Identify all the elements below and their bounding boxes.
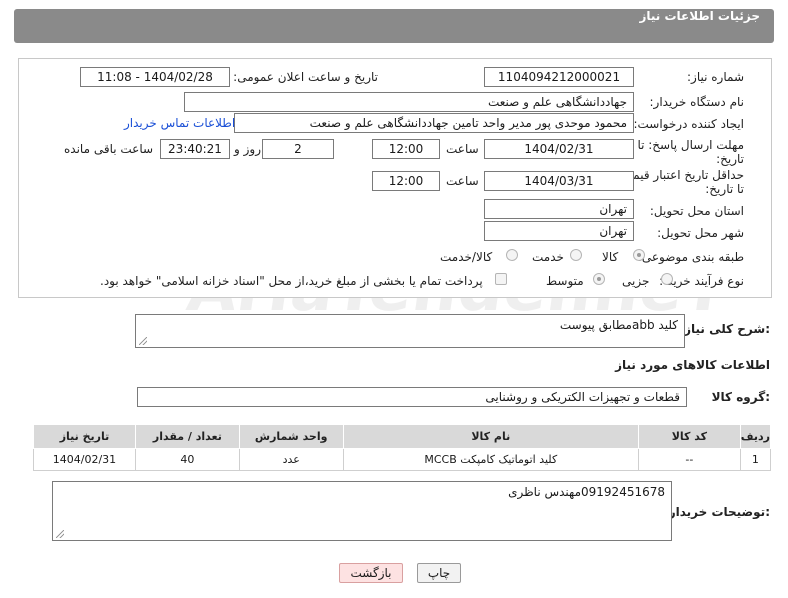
- cell-need-date: 1404/02/31: [33, 448, 136, 471]
- category-radio-goods-service[interactable]: [506, 249, 518, 261]
- reply-date-field: 1404/02/31: [484, 139, 634, 159]
- price-validity-label: حداقل تاریخ اعتبار قیمت:: [617, 168, 744, 182]
- page-title: جزئیات اطلاعات نیاز: [639, 9, 760, 23]
- delivery-province-field: تهران: [484, 199, 634, 219]
- buyer-notes-textarea[interactable]: 09192451678مهندس ناظری: [52, 481, 672, 541]
- resize-grip-icon[interactable]: [56, 530, 64, 538]
- resize-grip-icon[interactable]: [139, 337, 147, 345]
- reply-deadline-label-2: تاریخ:: [716, 152, 744, 166]
- treasury-payment-note: پرداخت تمام یا بخشی از مبلغ خرید،از محل …: [100, 274, 483, 288]
- category-radio-goods[interactable]: [633, 249, 645, 261]
- reply-time-label: ساعت: [446, 142, 479, 156]
- process-radio-minor[interactable]: [661, 273, 673, 285]
- cell-quantity: 40: [134, 448, 240, 471]
- buyer-org-label: نام دستگاه خریدار:: [649, 95, 745, 109]
- price-validity-time-field: 12:00: [372, 171, 440, 191]
- cell-name: کلید اتوماتیک کامپکت MCCB: [342, 448, 639, 471]
- category-radio-service[interactable]: [570, 249, 582, 261]
- announce-datetime-field: 1404/02/28 - 11:08: [80, 67, 230, 87]
- goods-group-field: قطعات و تجهیزات الکتریکی و روشنایی: [137, 387, 687, 407]
- cell-code: --: [637, 448, 741, 471]
- price-validity-time-label: ساعت: [446, 174, 479, 188]
- reply-deadline-label: مهلت ارسال پاسخ: تا: [637, 138, 744, 152]
- reply-time-field: 12:00: [372, 139, 440, 159]
- process-option-minor: جزیی: [622, 274, 650, 288]
- announce-datetime-label: تاریخ و ساعت اعلان عمومی:: [233, 70, 378, 84]
- category-option-goods-service: کالا/خدمت: [440, 250, 493, 264]
- price-validity-label-2: تا تاریخ:: [705, 182, 744, 196]
- buyer-org-field: جهاددانشگاهی علم و صنعت: [184, 92, 634, 112]
- reply-days-field: 2: [262, 139, 334, 159]
- delivery-city-label: شهر محل تحویل:: [657, 226, 744, 240]
- requester-field: محمود موحدی پور مدیر واحد تامین جهاددانش…: [234, 113, 634, 133]
- delivery-province-label: استان محل تحویل:: [649, 204, 744, 218]
- category-option-service: خدمت: [532, 250, 564, 264]
- remaining-time-field: 23:40:21: [160, 139, 230, 159]
- print-button[interactable]: چاپ: [417, 563, 461, 583]
- reply-days-label: روز و: [234, 142, 261, 156]
- goods-group-label: گروه کالا:: [711, 390, 770, 404]
- cell-unit: عدد: [238, 448, 344, 471]
- buyer-notes-label: توضیحات خریدار:: [668, 505, 770, 519]
- col-header-row-no: ردیف: [739, 424, 772, 449]
- col-header-name: نام کالا: [342, 424, 639, 449]
- need-number-field: 1104094212000021: [484, 67, 634, 87]
- table-row: 1 -- کلید اتوماتیک کامپکت MCCB عدد 40 14…: [33, 448, 772, 471]
- process-option-medium: متوسط: [546, 274, 584, 288]
- col-header-need-date: تاریخ نیاز: [33, 424, 136, 449]
- description-textarea[interactable]: کلید abbمطابق پیوست: [135, 314, 685, 348]
- goods-info-title: اطلاعات کالاهای مورد نیاز: [615, 358, 770, 372]
- buyer-notes-text: 09192451678مهندس ناظری: [508, 485, 665, 499]
- col-header-quantity: تعداد / مقدار: [134, 424, 240, 449]
- category-option-goods: کالا: [602, 250, 619, 264]
- treasury-payment-checkbox[interactable]: [495, 273, 507, 285]
- items-table: ردیف کد کالا نام کالا واحد شمارش تعداد /…: [33, 424, 772, 471]
- need-number-label: شماره نیاز:: [687, 70, 744, 84]
- buyer-contact-link[interactable]: اطلاعات تماس خریدار: [124, 116, 235, 130]
- process-radio-medium[interactable]: [593, 273, 605, 285]
- description-label: شرح کلی نیاز:: [684, 322, 770, 336]
- col-header-code: کد کالا: [637, 424, 741, 449]
- description-text: کلید abbمطابق پیوست: [559, 318, 678, 332]
- category-label: طبقه بندی موضوعی:: [637, 250, 744, 264]
- back-button[interactable]: بازگشت: [339, 563, 403, 583]
- delivery-city-field: تهران: [484, 221, 634, 241]
- remaining-time-label: ساعت باقی مانده: [64, 142, 154, 156]
- col-header-unit: واحد شمارش: [238, 424, 344, 449]
- price-validity-date-field: 1404/03/31: [484, 171, 634, 191]
- requester-label: ایجاد کننده درخواست:: [633, 117, 744, 131]
- cell-row-no: 1: [739, 448, 772, 471]
- items-table-header-row: ردیف کد کالا نام کالا واحد شمارش تعداد /…: [33, 424, 772, 449]
